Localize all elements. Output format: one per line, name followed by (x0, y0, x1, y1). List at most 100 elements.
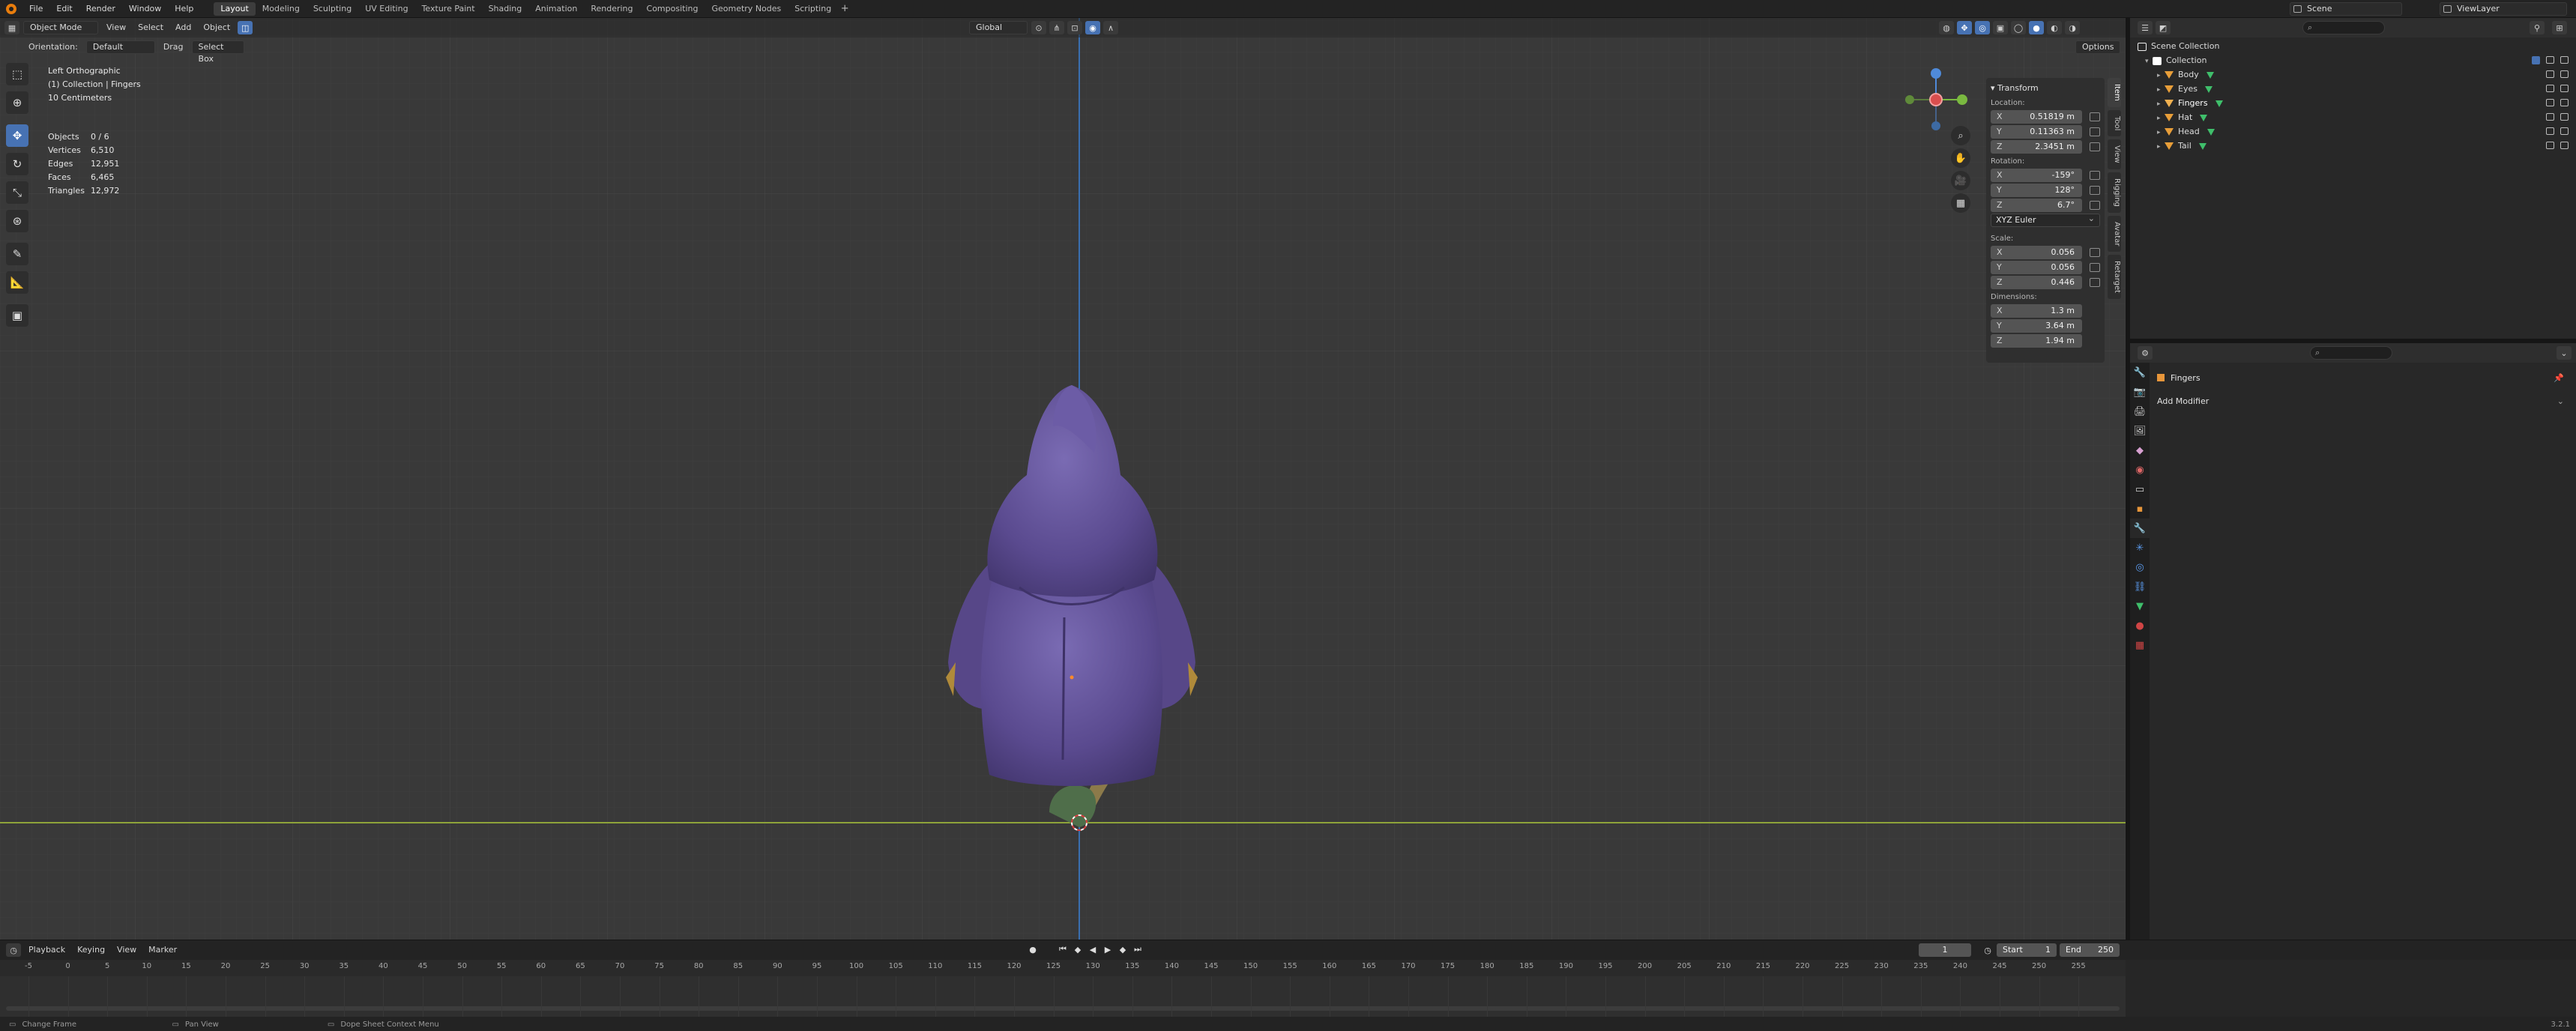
modifier-tab-icon[interactable]: 🔧 (2130, 518, 2150, 538)
properties-editor-icon[interactable]: ⚙ (2138, 346, 2153, 360)
dimensions-z-field[interactable]: Z 1.94 m (1991, 333, 2082, 348)
scale-x-field[interactable]: X 0.056 (1991, 245, 2082, 259)
pan-hand-icon[interactable]: ✋ (1951, 148, 1970, 168)
new-collection-icon[interactable]: ⊞ (2552, 21, 2567, 34)
workspace-tab-sculpting[interactable]: Sculpting (307, 2, 358, 16)
outliner-row-object[interactable]: ▸ Head (2130, 124, 2576, 139)
output-tab-icon[interactable]: 🖨 (2130, 402, 2150, 421)
overlay-toggle-icon[interactable]: ◎ (1975, 21, 1990, 34)
rotate-tool-icon[interactable]: ↻ (6, 153, 28, 175)
timeline-keyframe-area[interactable] (0, 976, 2126, 1017)
ortho-grid-icon[interactable]: ▦ (1951, 193, 1970, 213)
lock-icon[interactable] (2090, 277, 2100, 287)
render-tab-icon[interactable]: 📷 (2130, 382, 2150, 402)
eye-icon[interactable] (2546, 113, 2554, 121)
expand-icon[interactable]: ▸ (2157, 140, 2165, 154)
scene-selector[interactable]: Scene (2290, 2, 2402, 16)
pin-icon[interactable]: 📌 (2554, 373, 2564, 383)
rotation-mode-dropdown[interactable]: XYZ Euler (1991, 213, 2100, 227)
texture-tab-icon[interactable]: ▦ (2130, 635, 2150, 655)
tab-rigging[interactable]: Rigging (2108, 172, 2121, 213)
rendered-shading-icon[interactable]: ◑ (2065, 21, 2080, 34)
filter-icon[interactable]: ⚲ (2530, 21, 2545, 34)
rotation-y-field[interactable]: Y 128° (1991, 183, 2082, 197)
viewport-menu-object[interactable]: Object (197, 21, 236, 34)
viewport-menu-add[interactable]: Add (169, 21, 197, 34)
material-shading-icon[interactable]: ◐ (2047, 21, 2062, 34)
outliner-row-object[interactable]: ▸ Eyes (2130, 82, 2576, 96)
clock-icon[interactable]: ◷ (1982, 944, 1994, 956)
editor-type-icon[interactable]: ▦ (4, 21, 19, 34)
play-reverse-icon[interactable]: ◀ (1087, 943, 1099, 955)
tab-avatar[interactable]: Avatar (2108, 215, 2121, 253)
outliner-row-object[interactable]: ▸ Tail (2130, 139, 2576, 153)
add-cube-tool-icon[interactable]: ▣ (6, 304, 28, 327)
current-frame-field[interactable]: 1 (1919, 943, 1971, 957)
lock-icon[interactable] (2090, 142, 2100, 151)
workspace-tab-scripting[interactable]: Scripting (788, 2, 838, 16)
timeline-ruler[interactable]: -5 0 5 10 15 20 25 30 35 40 45 50 55 60 65 70 75 80 85 90 95… (0, 960, 2126, 976)
collection-tab-icon[interactable]: ▭ (2130, 480, 2150, 499)
outliner-row-object[interactable]: ▸ Body (2130, 67, 2576, 82)
tab-tool[interactable]: Tool (2108, 109, 2121, 137)
selectability-icon[interactable]: ◫ (238, 21, 253, 34)
transform-tool-icon[interactable]: ⊛ (6, 210, 28, 232)
orientation-dropdown[interactable]: Default (85, 40, 155, 54)
workspace-tab-shading[interactable]: Shading (482, 2, 529, 16)
timeline-menu-marker[interactable]: Marker (142, 943, 183, 957)
view-layer-selector[interactable]: ViewLayer (2440, 2, 2567, 16)
outliner-row-object[interactable]: ▸ Hat (2130, 110, 2576, 124)
material-tab-icon[interactable]: ● (2130, 616, 2150, 635)
properties-search-input[interactable]: ⌕ (2310, 346, 2392, 360)
workspace-tab-layout[interactable]: Layout (214, 1, 256, 16)
viewport-menu-view[interactable]: View (100, 21, 132, 34)
start-frame-field[interactable]: Start 1 (1997, 943, 2057, 957)
lock-icon[interactable] (2090, 127, 2100, 136)
workspace-tab-rendering[interactable]: Rendering (584, 2, 639, 16)
workspace-tab-animation[interactable]: Animation (528, 2, 584, 16)
play-icon[interactable]: ▶ (1102, 943, 1114, 955)
dimensions-x-field[interactable]: X 1.3 m (1991, 303, 2082, 318)
outliner-row-scene-collection[interactable]: Scene Collection (2130, 39, 2576, 53)
scene-tab-icon[interactable]: ◆ (2130, 441, 2150, 460)
menu-help[interactable]: Help (168, 0, 200, 18)
menu-file[interactable]: File (22, 0, 49, 18)
camera-icon[interactable] (2560, 142, 2569, 149)
outliner-search-input[interactable]: ⌕ (2302, 21, 2385, 34)
menu-render[interactable]: Render (79, 0, 122, 18)
visibility-icon[interactable]: ◍ (1939, 21, 1954, 34)
camera-view-icon[interactable]: 🎥 (1951, 171, 1970, 190)
display-mode-icon[interactable]: ◩ (2156, 21, 2171, 34)
eye-icon[interactable] (2546, 70, 2554, 78)
constraints-tab-icon[interactable]: ⛓ (2130, 577, 2150, 596)
timeline-menu-view[interactable]: View (111, 943, 142, 957)
select-box-tool-icon[interactable]: ⬚ (6, 63, 28, 85)
workspace-tab-uv-editing[interactable]: UV Editing (358, 2, 414, 16)
scale-z-field[interactable]: Z 0.446 (1991, 275, 2082, 289)
end-frame-field[interactable]: End 250 (2060, 943, 2120, 957)
tab-view[interactable]: View (2108, 139, 2121, 169)
lock-icon[interactable] (2090, 200, 2100, 210)
camera-icon[interactable] (2560, 99, 2569, 106)
location-y-field[interactable]: Y 0.11363 m (1991, 124, 2082, 139)
record-icon[interactable]: ● (1027, 943, 1039, 955)
timeline-menu-keying[interactable]: Keying (71, 943, 111, 957)
annotate-tool-icon[interactable]: ✎ (6, 243, 28, 265)
physics-tab-icon[interactable]: ◎ (2130, 557, 2150, 577)
camera-icon[interactable] (2560, 127, 2569, 135)
menu-edit[interactable]: Edit (49, 0, 79, 18)
scale-tool-icon[interactable]: ⤡ (6, 181, 28, 204)
3d-viewport[interactable]: ▦ Object Mode View Select Add Object ◫ G… (0, 18, 2126, 940)
gizmo-toggle-icon[interactable]: ✥ (1957, 21, 1972, 34)
view-layer-tab-icon[interactable]: 🖼 (2130, 421, 2150, 441)
prev-keyframe-icon[interactable]: ◆ (1072, 943, 1084, 955)
tab-retarget[interactable]: Retarget (2108, 255, 2121, 300)
timeline-menu-playback[interactable]: Playback (22, 943, 71, 957)
eye-icon[interactable] (2546, 85, 2554, 92)
lock-icon[interactable] (2090, 112, 2100, 121)
scale-y-field[interactable]: Y 0.056 (1991, 260, 2082, 274)
object-name[interactable]: Fingers (2171, 373, 2201, 383)
outliner-row-object-fingers[interactable]: ▸ Fingers (2130, 96, 2576, 110)
eye-icon[interactable] (2546, 142, 2554, 149)
data-tab-icon[interactable]: ▼ (2130, 596, 2150, 616)
